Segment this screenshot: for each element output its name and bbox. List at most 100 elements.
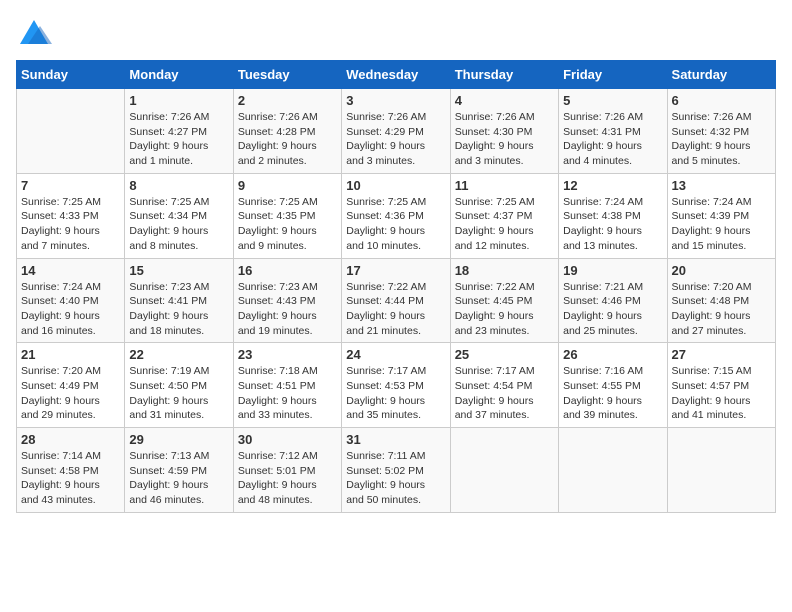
day-cell: 23 Sunrise: 7:18 AM Sunset: 4:51 PM Dayli… xyxy=(233,343,341,428)
day-info: Sunrise: 7:24 AM Sunset: 4:40 PM Dayligh… xyxy=(21,280,120,339)
day-number: 17 xyxy=(346,263,445,278)
day-cell: 10 Sunrise: 7:25 AM Sunset: 4:36 PM Dayli… xyxy=(342,173,450,258)
day-number: 26 xyxy=(563,347,662,362)
day-number: 23 xyxy=(238,347,337,362)
day-number: 14 xyxy=(21,263,120,278)
day-cell: 15 Sunrise: 7:23 AM Sunset: 4:41 PM Dayli… xyxy=(125,258,233,343)
day-cell: 30 Sunrise: 7:12 AM Sunset: 5:01 PM Dayli… xyxy=(233,428,341,513)
day-number: 4 xyxy=(455,93,554,108)
day-cell: 13 Sunrise: 7:24 AM Sunset: 4:39 PM Dayli… xyxy=(667,173,775,258)
week-row-5: 28 Sunrise: 7:14 AM Sunset: 4:58 PM Dayli… xyxy=(17,428,776,513)
day-info: Sunrise: 7:22 AM Sunset: 4:44 PM Dayligh… xyxy=(346,280,445,339)
day-cell: 27Sunrise: 7:15 AM Sunset: 4:57 PM Dayli… xyxy=(667,343,775,428)
day-cell: 17 Sunrise: 7:22 AM Sunset: 4:44 PM Dayli… xyxy=(342,258,450,343)
day-info: Sunrise: 7:17 AM Sunset: 4:54 PM Dayligh… xyxy=(455,364,554,423)
header-cell-tuesday: Tuesday xyxy=(233,61,341,89)
day-cell: 3Sunrise: 7:26 AM Sunset: 4:29 PM Daylig… xyxy=(342,89,450,174)
day-cell: 2 Sunrise: 7:26 AM Sunset: 4:28 PM Daylig… xyxy=(233,89,341,174)
page-header xyxy=(16,16,776,52)
day-info: Sunrise: 7:14 AM Sunset: 4:58 PM Dayligh… xyxy=(21,449,120,508)
day-number: 5 xyxy=(563,93,662,108)
day-info: Sunrise: 7:25 AM Sunset: 4:33 PM Dayligh… xyxy=(21,195,120,254)
day-number: 12 xyxy=(563,178,662,193)
day-info: Sunrise: 7:17 AM Sunset: 4:53 PM Dayligh… xyxy=(346,364,445,423)
day-number: 1 xyxy=(129,93,228,108)
calendar-header: SundayMondayTuesdayWednesdayThursdayFrid… xyxy=(17,61,776,89)
day-number: 19 xyxy=(563,263,662,278)
day-number: 16 xyxy=(238,263,337,278)
day-info: Sunrise: 7:20 AM Sunset: 4:49 PM Dayligh… xyxy=(21,364,120,423)
day-number: 31 xyxy=(346,432,445,447)
day-cell: 19 Sunrise: 7:21 AM Sunset: 4:46 PM Dayli… xyxy=(559,258,667,343)
header-row: SundayMondayTuesdayWednesdayThursdayFrid… xyxy=(17,61,776,89)
day-cell: 11Sunrise: 7:25 AM Sunset: 4:37 PM Dayli… xyxy=(450,173,558,258)
day-info: Sunrise: 7:26 AM Sunset: 4:28 PM Dayligh… xyxy=(238,110,337,169)
day-number: 21 xyxy=(21,347,120,362)
day-cell: 24Sunrise: 7:17 AM Sunset: 4:53 PM Dayli… xyxy=(342,343,450,428)
week-row-1: 1 Sunrise: 7:26 AM Sunset: 4:27 PM Daylig… xyxy=(17,89,776,174)
day-number: 10 xyxy=(346,178,445,193)
day-info: Sunrise: 7:26 AM Sunset: 4:32 PM Dayligh… xyxy=(672,110,771,169)
week-row-2: 7 Sunrise: 7:25 AM Sunset: 4:33 PM Daylig… xyxy=(17,173,776,258)
day-info: Sunrise: 7:25 AM Sunset: 4:34 PM Dayligh… xyxy=(129,195,228,254)
day-number: 28 xyxy=(21,432,120,447)
day-cell: 20Sunrise: 7:20 AM Sunset: 4:48 PM Dayli… xyxy=(667,258,775,343)
day-number: 11 xyxy=(455,178,554,193)
calendar-table: SundayMondayTuesdayWednesdayThursdayFrid… xyxy=(16,60,776,513)
day-number: 25 xyxy=(455,347,554,362)
day-number: 30 xyxy=(238,432,337,447)
day-cell xyxy=(17,89,125,174)
day-cell: 29 Sunrise: 7:13 AM Sunset: 4:59 PM Dayli… xyxy=(125,428,233,513)
day-number: 8 xyxy=(129,178,228,193)
header-cell-wednesday: Wednesday xyxy=(342,61,450,89)
day-cell xyxy=(559,428,667,513)
header-cell-friday: Friday xyxy=(559,61,667,89)
day-number: 29 xyxy=(129,432,228,447)
day-info: Sunrise: 7:13 AM Sunset: 4:59 PM Dayligh… xyxy=(129,449,228,508)
day-info: Sunrise: 7:16 AM Sunset: 4:55 PM Dayligh… xyxy=(563,364,662,423)
day-cell: 1 Sunrise: 7:26 AM Sunset: 4:27 PM Daylig… xyxy=(125,89,233,174)
day-number: 13 xyxy=(672,178,771,193)
day-info: Sunrise: 7:23 AM Sunset: 4:43 PM Dayligh… xyxy=(238,280,337,339)
header-cell-saturday: Saturday xyxy=(667,61,775,89)
day-cell: 31Sunrise: 7:11 AM Sunset: 5:02 PM Dayli… xyxy=(342,428,450,513)
day-number: 2 xyxy=(238,93,337,108)
day-info: Sunrise: 7:23 AM Sunset: 4:41 PM Dayligh… xyxy=(129,280,228,339)
header-cell-sunday: Sunday xyxy=(17,61,125,89)
day-info: Sunrise: 7:26 AM Sunset: 4:30 PM Dayligh… xyxy=(455,110,554,169)
logo-icon xyxy=(16,16,52,52)
day-number: 15 xyxy=(129,263,228,278)
calendar-body: 1 Sunrise: 7:26 AM Sunset: 4:27 PM Daylig… xyxy=(17,89,776,513)
day-info: Sunrise: 7:25 AM Sunset: 4:35 PM Dayligh… xyxy=(238,195,337,254)
logo xyxy=(16,16,56,52)
day-info: Sunrise: 7:19 AM Sunset: 4:50 PM Dayligh… xyxy=(129,364,228,423)
header-cell-thursday: Thursday xyxy=(450,61,558,89)
day-cell: 5 Sunrise: 7:26 AM Sunset: 4:31 PM Daylig… xyxy=(559,89,667,174)
day-info: Sunrise: 7:18 AM Sunset: 4:51 PM Dayligh… xyxy=(238,364,337,423)
day-cell: 8 Sunrise: 7:25 AM Sunset: 4:34 PM Daylig… xyxy=(125,173,233,258)
day-cell xyxy=(450,428,558,513)
day-cell: 6 Sunrise: 7:26 AM Sunset: 4:32 PM Daylig… xyxy=(667,89,775,174)
day-cell: 28 Sunrise: 7:14 AM Sunset: 4:58 PM Dayli… xyxy=(17,428,125,513)
day-cell: 18 Sunrise: 7:22 AM Sunset: 4:45 PM Dayli… xyxy=(450,258,558,343)
day-number: 20 xyxy=(672,263,771,278)
week-row-4: 21 Sunrise: 7:20 AM Sunset: 4:49 PM Dayli… xyxy=(17,343,776,428)
day-info: Sunrise: 7:26 AM Sunset: 4:27 PM Dayligh… xyxy=(129,110,228,169)
day-number: 27 xyxy=(672,347,771,362)
week-row-3: 14 Sunrise: 7:24 AM Sunset: 4:40 PM Dayli… xyxy=(17,258,776,343)
day-info: Sunrise: 7:12 AM Sunset: 5:01 PM Dayligh… xyxy=(238,449,337,508)
day-cell: 25 Sunrise: 7:17 AM Sunset: 4:54 PM Dayli… xyxy=(450,343,558,428)
day-cell xyxy=(667,428,775,513)
day-info: Sunrise: 7:26 AM Sunset: 4:29 PM Dayligh… xyxy=(346,110,445,169)
day-number: 18 xyxy=(455,263,554,278)
day-cell: 16 Sunrise: 7:23 AM Sunset: 4:43 PM Dayli… xyxy=(233,258,341,343)
day-info: Sunrise: 7:25 AM Sunset: 4:36 PM Dayligh… xyxy=(346,195,445,254)
day-info: Sunrise: 7:22 AM Sunset: 4:45 PM Dayligh… xyxy=(455,280,554,339)
day-info: Sunrise: 7:24 AM Sunset: 4:39 PM Dayligh… xyxy=(672,195,771,254)
day-cell: 4 Sunrise: 7:26 AM Sunset: 4:30 PM Daylig… xyxy=(450,89,558,174)
day-number: 22 xyxy=(129,347,228,362)
day-info: Sunrise: 7:26 AM Sunset: 4:31 PM Dayligh… xyxy=(563,110,662,169)
day-number: 7 xyxy=(21,178,120,193)
day-info: Sunrise: 7:21 AM Sunset: 4:46 PM Dayligh… xyxy=(563,280,662,339)
day-number: 6 xyxy=(672,93,771,108)
